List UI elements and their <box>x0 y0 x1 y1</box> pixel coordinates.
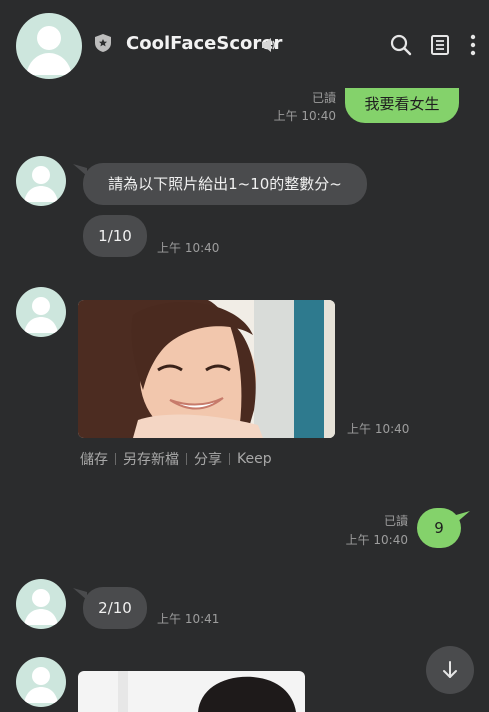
divider <box>186 453 187 465</box>
divider <box>229 453 230 465</box>
keep-button[interactable]: Keep <box>237 451 272 467</box>
incoming-message[interactable]: 2/10 <box>83 587 147 629</box>
share-button[interactable]: 分享 <box>194 449 222 469</box>
read-receipt: 已讀 <box>383 514 408 528</box>
message-time: 上午 10:40 <box>157 241 220 255</box>
search-button[interactable] <box>390 34 412 56</box>
chat-avatar[interactable] <box>16 13 82 79</box>
contact-avatar[interactable] <box>16 579 66 629</box>
search-icon <box>390 34 412 56</box>
message-time: 上午 10:40 <box>273 109 336 123</box>
notes-button[interactable] <box>429 34 451 56</box>
incoming-message[interactable]: 1/10 <box>83 215 147 257</box>
scroll-to-bottom-button[interactable] <box>426 646 474 694</box>
more-vert-icon <box>470 34 476 56</box>
save-button[interactable]: 儲存 <box>80 449 108 469</box>
outgoing-message[interactable]: 9 <box>417 508 461 548</box>
contact-avatar[interactable] <box>16 156 66 206</box>
chat-title[interactable]: CoolFaceScorer <box>126 33 282 54</box>
shared-photo[interactable] <box>78 671 305 712</box>
shared-photo[interactable] <box>78 300 335 438</box>
message-time: 上午 10:40 <box>345 533 408 547</box>
divider <box>115 453 116 465</box>
speaker-icon <box>262 38 276 52</box>
message-time: 上午 10:41 <box>157 612 220 626</box>
image-actions: 儲存 另存新檔 分享 Keep <box>80 449 272 469</box>
incoming-message[interactable]: 請為以下照片給出1~10的整數分~ <box>83 163 367 205</box>
message-time: 上午 10:40 <box>347 422 410 436</box>
arrow-down-icon <box>443 661 457 678</box>
read-receipt: 已讀 <box>311 91 336 105</box>
chat-header: CoolFaceScorer <box>0 0 489 88</box>
more-options-button[interactable] <box>462 34 484 56</box>
shield-icon <box>95 34 111 52</box>
outgoing-message[interactable]: 我要看女生 <box>345 85 459 123</box>
save-as-button[interactable]: 另存新檔 <box>123 449 179 469</box>
contact-avatar[interactable] <box>16 657 66 707</box>
notes-icon <box>431 35 449 55</box>
chat-window: 已讀 上午 10:40 我要看女生 請為以下照片給出1~10的整數分~ 1/10… <box>0 0 489 712</box>
contact-avatar[interactable] <box>16 287 66 337</box>
